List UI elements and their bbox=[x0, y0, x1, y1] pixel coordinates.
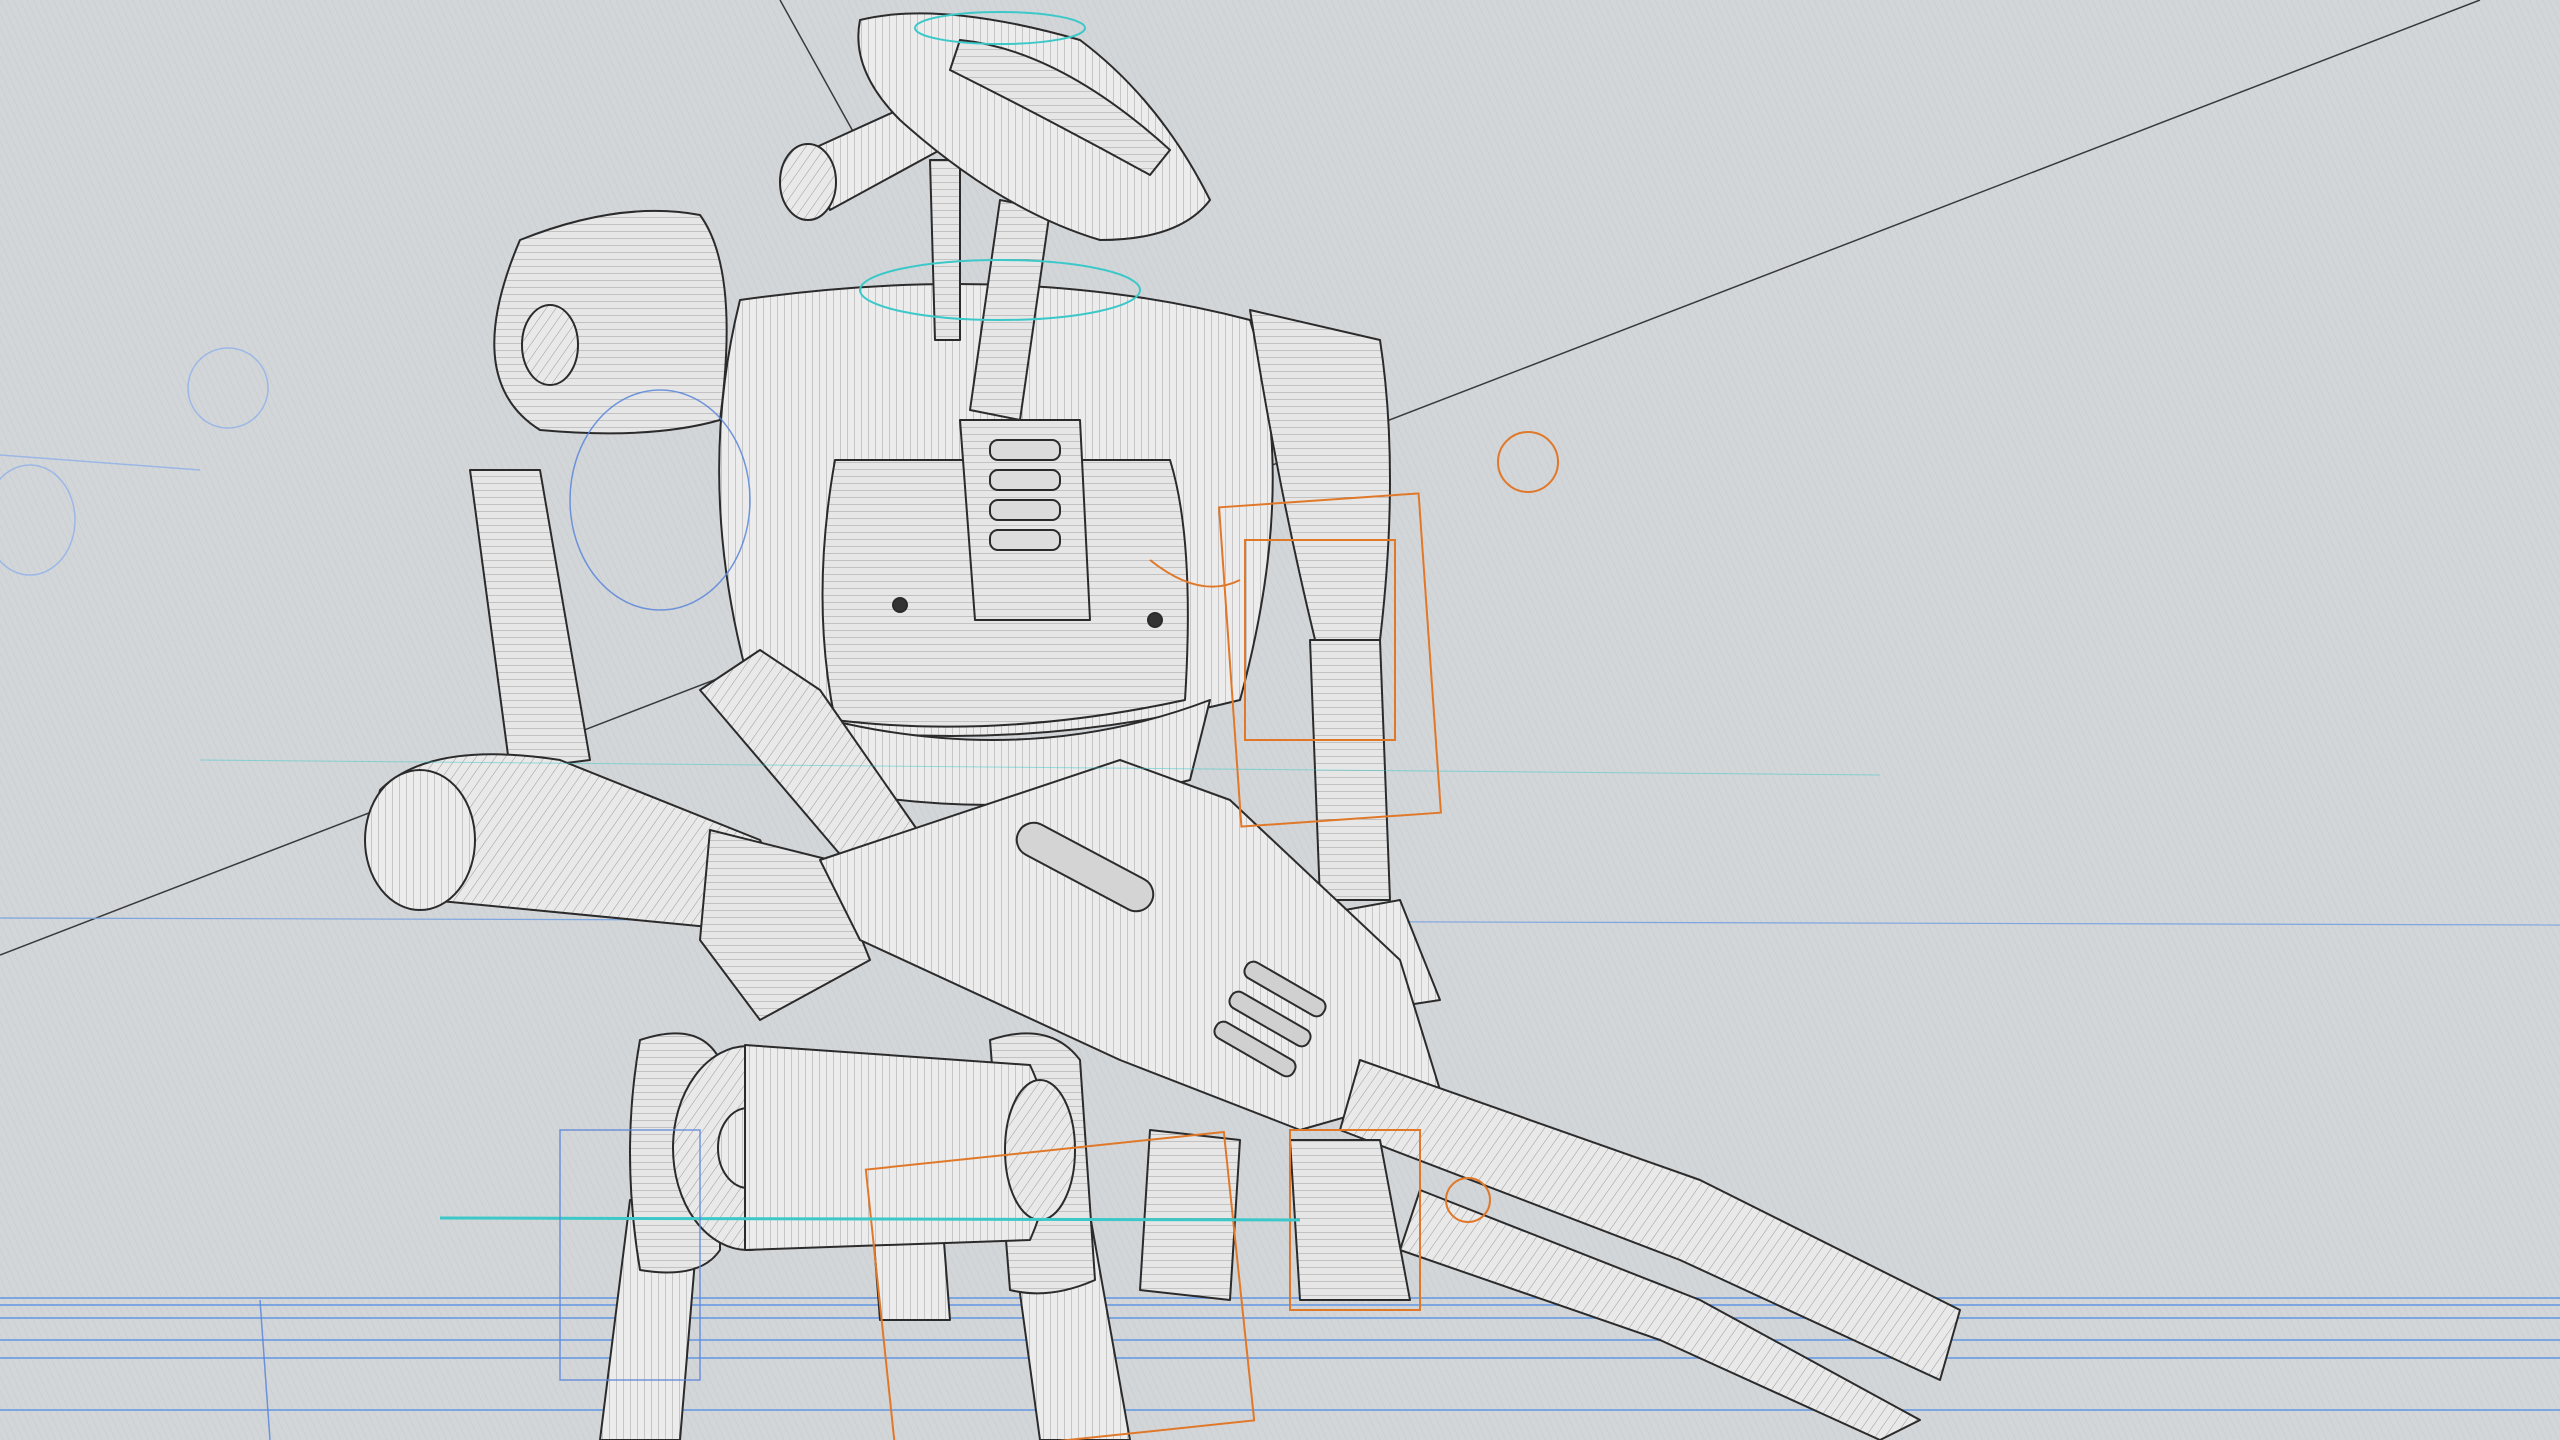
hip-disc-right bbox=[1004, 1079, 1076, 1221]
3d-viewport[interactable] bbox=[0, 0, 2560, 1440]
rifle-magazine bbox=[1139, 1129, 1241, 1301]
neck-left bbox=[929, 159, 961, 341]
left-elbow bbox=[364, 769, 476, 911]
background bbox=[0, 0, 2560, 1440]
